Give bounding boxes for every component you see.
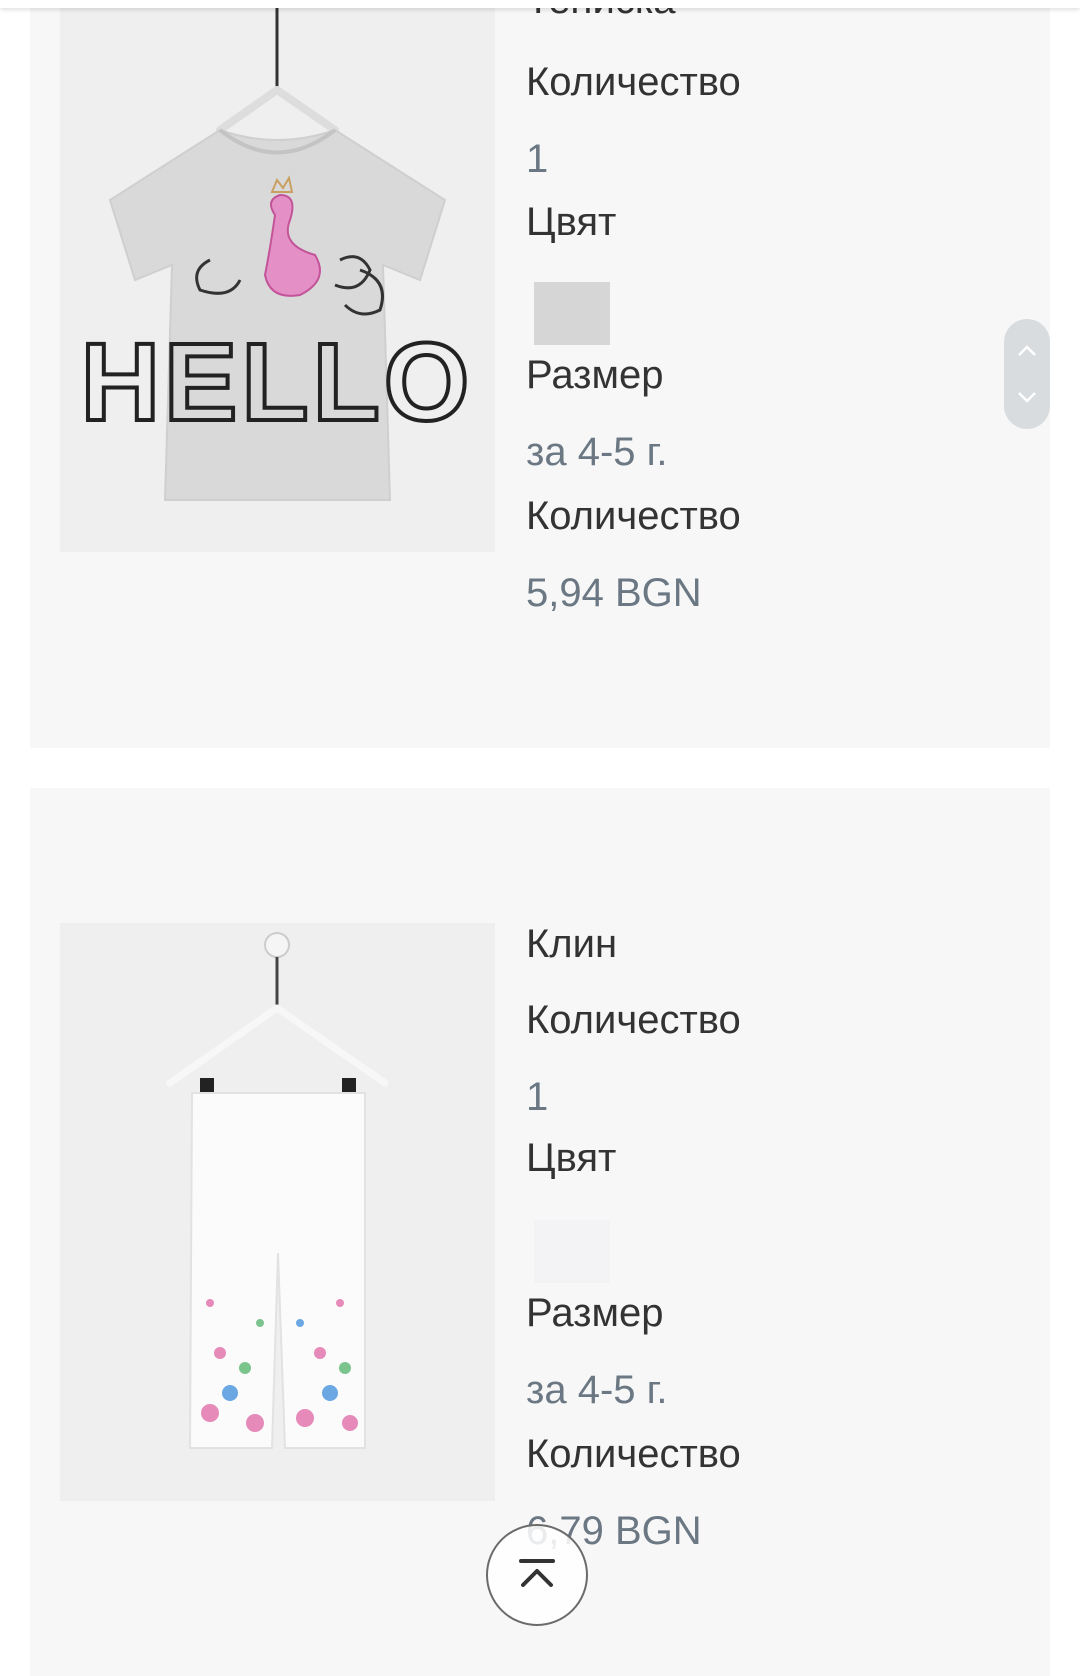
chevron-up-icon[interactable] <box>1004 329 1050 373</box>
quantity-value: 1 <box>526 1075 549 1119</box>
quantity-value: 1 <box>526 137 549 181</box>
scroll-control[interactable] <box>1004 319 1050 429</box>
print-text: HELLO <box>81 321 474 444</box>
top-app-bar <box>0 0 1080 8</box>
quantity-label: Количество <box>526 998 741 1042</box>
product-image[interactable]: HELLO <box>60 0 495 552</box>
price-label: Количество <box>526 1432 741 1476</box>
chevron-down-icon[interactable] <box>1004 375 1050 419</box>
quantity-label: Количество <box>526 60 741 104</box>
back-to-top-icon <box>519 1559 555 1587</box>
price-label: Количество <box>526 494 741 538</box>
size-value: за 4-5 г. <box>526 430 668 474</box>
product-name: Клин <box>526 922 618 966</box>
t-shirt-flamingo-image: HELLO <box>60 0 495 552</box>
product-card: HELLO Тениска Количество 1 Цвят Размер з… <box>30 0 1050 748</box>
color-swatch <box>534 282 610 345</box>
size-label: Размер <box>526 1291 664 1335</box>
product-image[interactable] <box>60 923 495 1501</box>
size-label: Размер <box>526 353 664 397</box>
color-swatch <box>534 1220 610 1283</box>
color-label: Цвят <box>526 200 617 244</box>
back-to-top-button[interactable] <box>486 1524 588 1626</box>
leggings-floral-image <box>60 923 495 1501</box>
price-value: 5,94 BGN <box>526 571 702 615</box>
color-label: Цвят <box>526 1136 617 1180</box>
size-value: за 4-5 г. <box>526 1368 668 1412</box>
